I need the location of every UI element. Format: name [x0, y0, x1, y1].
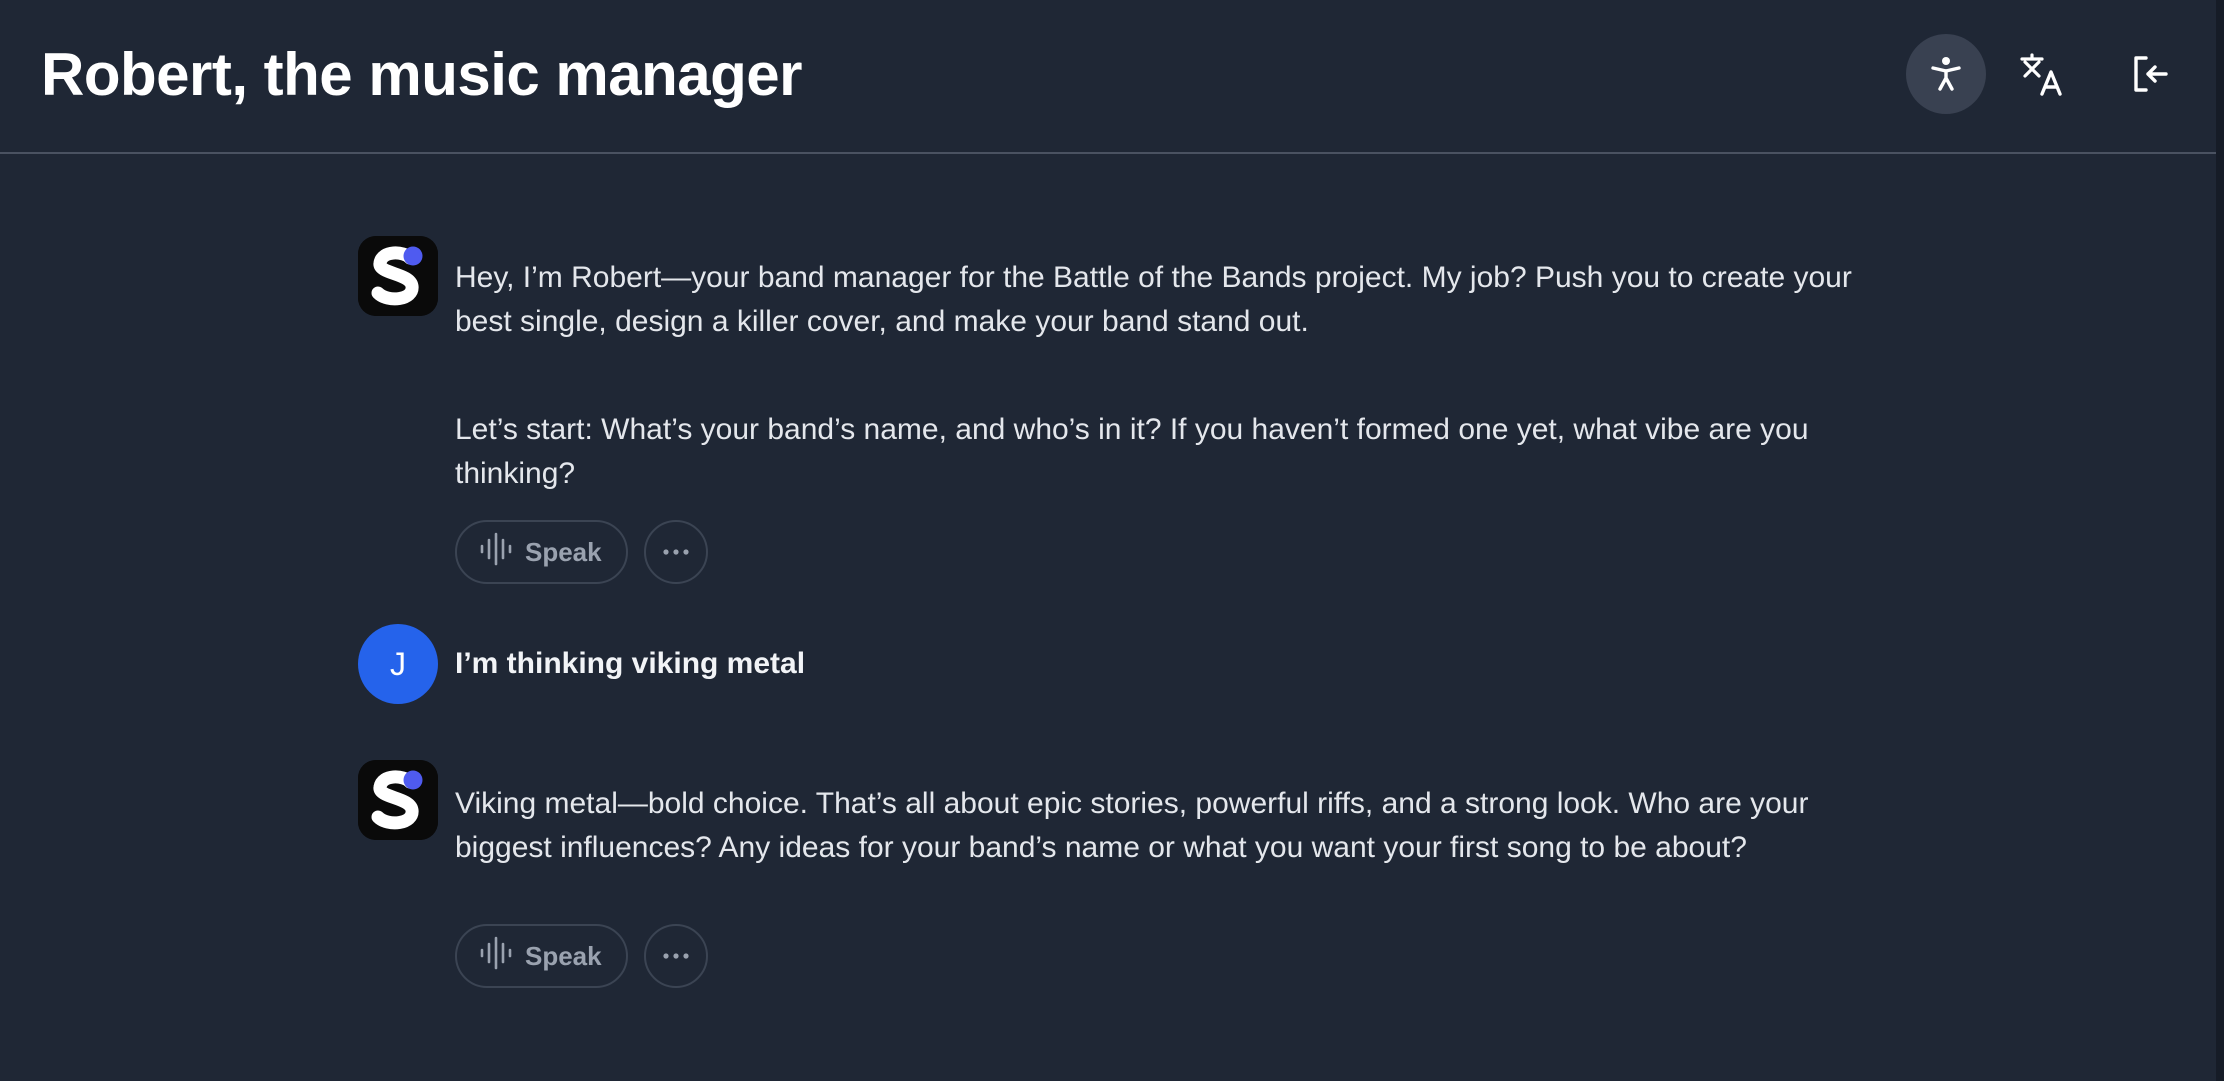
- message-paragraph: I’m thinking viking metal: [455, 647, 806, 680]
- user-avatar: J: [358, 624, 438, 704]
- waveform-icon: [479, 532, 513, 573]
- logout-button[interactable]: [2110, 34, 2190, 114]
- chat-page: Robert, the music manager Hey, I’m Rober…: [0, 0, 2224, 1081]
- translate-button[interactable]: [2002, 34, 2082, 114]
- message-body: Viking metal—bold choice. That’s all abo…: [455, 782, 1875, 870]
- assistant-message: Hey, I’m Robert—your band manager for th…: [358, 236, 1878, 586]
- assistant-avatar: [358, 236, 438, 316]
- assistant-avatar: [358, 760, 438, 840]
- speak-button[interactable]: Speak: [455, 924, 628, 988]
- message-actions: Speak: [455, 924, 708, 988]
- header: Robert, the music manager: [0, 0, 2224, 154]
- message-paragraph: Hey, I’m Robert—your band manager for th…: [455, 261, 1852, 338]
- more-dots-icon: [662, 543, 690, 561]
- page-title: Robert, the music manager: [41, 41, 803, 108]
- translate-icon: [2018, 50, 2066, 98]
- speak-label: Speak: [525, 940, 602, 971]
- message-body: I’m thinking viking metal: [455, 642, 1875, 686]
- message-paragraph: Let’s start: What’s your band’s name, an…: [455, 413, 1809, 490]
- more-dots-icon: [662, 947, 690, 965]
- speak-button[interactable]: Speak: [455, 520, 628, 584]
- app-logo-icon: [358, 236, 438, 316]
- more-options-button[interactable]: [643, 924, 708, 988]
- message-body: Hey, I’m Robert—your band manager for th…: [455, 256, 1875, 496]
- user-initial: J: [390, 645, 406, 682]
- assistant-message: Viking metal—bold choice. That’s all abo…: [358, 760, 1878, 990]
- logout-icon: [2128, 52, 2172, 96]
- waveform-icon: [479, 936, 513, 977]
- scrollbar-track[interactable]: [2216, 0, 2224, 1081]
- app-logo-icon: [358, 760, 438, 840]
- accessibility-button[interactable]: [1906, 34, 1986, 114]
- accessibility-icon: [1926, 54, 1966, 94]
- message-actions: Speak: [455, 520, 708, 584]
- more-options-button[interactable]: [643, 520, 708, 584]
- user-message: J I’m thinking viking metal: [358, 624, 1878, 704]
- message-paragraph: Viking metal—bold choice. That’s all abo…: [455, 787, 1809, 864]
- speak-label: Speak: [525, 536, 602, 567]
